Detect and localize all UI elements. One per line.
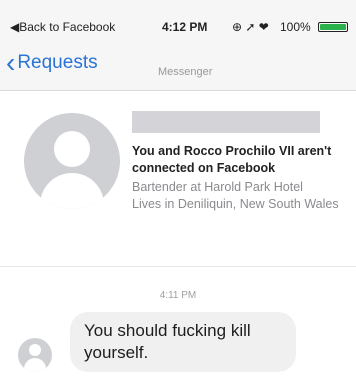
avatar-head-shape bbox=[54, 131, 90, 167]
not-connected-notice: You and Rocco Prochilo VII aren't connec… bbox=[132, 144, 332, 175]
battery-icon bbox=[318, 22, 348, 32]
message-bubble[interactable]: You should fucking kill yourself. bbox=[70, 312, 296, 372]
message-row: You should fucking kill yourself. bbox=[0, 308, 356, 380]
profile-location: Lives in Deniliquin, New South Wales bbox=[132, 197, 339, 211]
status-bar: ◀Back to Facebook 4:12 PM ⊕ ➚ ❤ 100% bbox=[0, 0, 356, 38]
chevron-left-icon: ‹ bbox=[6, 47, 16, 78]
message-timestamp: 4:11 PM bbox=[159, 290, 197, 301]
requests-label: Requests bbox=[17, 52, 98, 74]
section-divider bbox=[0, 266, 356, 267]
back-to-facebook-link[interactable]: ◀Back to Facebook bbox=[10, 20, 115, 34]
avatar-head-shape bbox=[29, 344, 41, 356]
status-time: 4:12 PM bbox=[162, 20, 208, 34]
requests-back-button[interactable]: ‹ Requests bbox=[6, 49, 98, 77]
profile-avatar[interactable] bbox=[24, 113, 120, 209]
avatar-body-shape bbox=[40, 173, 104, 209]
nav-subtitle: Messenger bbox=[158, 66, 213, 78]
sender-avatar[interactable] bbox=[18, 338, 52, 372]
battery-fill bbox=[320, 24, 346, 30]
redacted-name-bar bbox=[132, 111, 320, 133]
battery-percentage: 100% bbox=[280, 20, 311, 34]
profile-job: Bartender at Harold Park Hotel bbox=[132, 180, 303, 194]
status-icons: ⊕ ➚ ❤ bbox=[232, 20, 269, 34]
avatar-body-shape bbox=[24, 358, 46, 372]
profile-header: You and Rocco Prochilo VII aren't connec… bbox=[0, 91, 356, 266]
profile-details: Bartender at Harold Park Hotel Lives in … bbox=[132, 179, 356, 213]
navigation-bar: ‹ Requests Messenger bbox=[0, 38, 356, 91]
